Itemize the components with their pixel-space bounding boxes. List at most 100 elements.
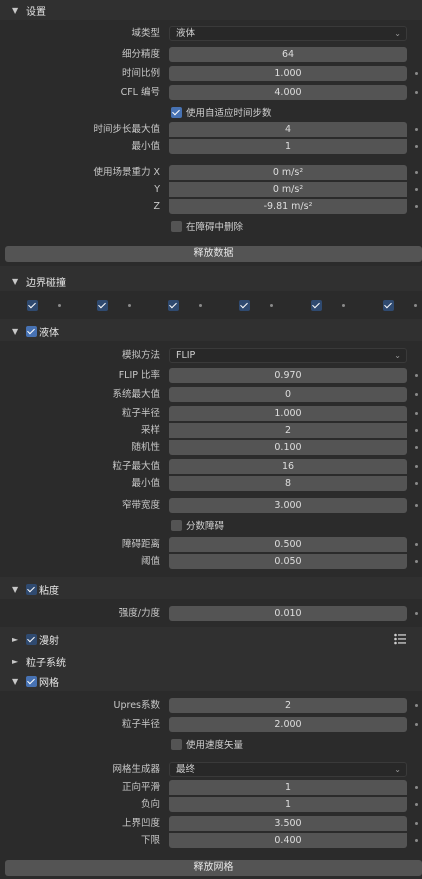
keyframe-dot-icon[interactable] bbox=[415, 704, 418, 707]
concave-upper-field[interactable]: 3.500 bbox=[169, 816, 407, 831]
fractional-obstacles-checkbox[interactable]: 分数障碍 bbox=[171, 517, 224, 533]
keyframe-dot-icon[interactable] bbox=[415, 504, 418, 507]
threshold-field[interactable]: 0.050 bbox=[169, 554, 407, 569]
list-menu-icon[interactable] bbox=[394, 633, 406, 645]
mesh-particle-radius-field[interactable]: 2.000 bbox=[169, 717, 407, 732]
particles-header[interactable]: ► 粒子系统 bbox=[0, 651, 422, 671]
simulation-method-select[interactable]: FLIP ⌄ bbox=[169, 348, 407, 363]
diffusion-enable-checkbox[interactable] bbox=[26, 633, 37, 645]
keyframe-dot-icon[interactable] bbox=[415, 145, 418, 148]
resolution-field[interactable]: 64 bbox=[169, 47, 407, 62]
diffusion-header[interactable]: ► 漫射 bbox=[0, 629, 422, 649]
cfl-field[interactable]: 4.000 bbox=[169, 85, 407, 100]
border-top-checkbox[interactable] bbox=[311, 300, 322, 311]
sampling-field[interactable]: 2 bbox=[169, 423, 407, 438]
mesh-enable-checkbox[interactable] bbox=[26, 675, 37, 687]
keyframe-dot-icon[interactable] bbox=[414, 304, 417, 307]
keyframe-dot-icon[interactable] bbox=[199, 304, 202, 307]
time-scale-label: 时间比例 bbox=[121, 68, 160, 79]
keyframe-dot-icon[interactable] bbox=[415, 560, 418, 563]
checkbox-unchecked-icon[interactable] bbox=[171, 220, 182, 232]
border-left-checkbox[interactable] bbox=[239, 300, 250, 311]
checkbox-unchecked-icon[interactable] bbox=[171, 519, 182, 531]
narrow-band-width-field[interactable]: 3.000 bbox=[169, 498, 407, 513]
particle-min-field[interactable]: 8 bbox=[169, 476, 407, 491]
smoothen-negative-field[interactable]: 1 bbox=[169, 797, 407, 812]
collapse-arrow-icon[interactable]: ► bbox=[12, 635, 22, 644]
expand-arrow-icon[interactable]: ▼ bbox=[12, 677, 22, 686]
keyframe-dot-icon[interactable] bbox=[415, 72, 418, 75]
particle-max-label: 粒子最大值 bbox=[112, 461, 160, 472]
checkbox-checked-icon[interactable] bbox=[171, 106, 182, 118]
mesh-header[interactable]: ▼ 网格 bbox=[0, 671, 422, 691]
gravity-z-field[interactable]: -9.81 m/s² bbox=[169, 199, 407, 214]
keyframe-dot-icon[interactable] bbox=[415, 822, 418, 825]
keyframe-dot-icon[interactable] bbox=[415, 723, 418, 726]
keyframe-dot-icon[interactable] bbox=[415, 393, 418, 396]
time-scale-field[interactable]: 1.000 bbox=[169, 66, 407, 81]
adaptive-timesteps-checkbox[interactable]: 使用自适应时间步数 bbox=[171, 104, 272, 120]
keyframe-dot-icon[interactable] bbox=[415, 543, 418, 546]
keyframe-dot-icon[interactable] bbox=[415, 786, 418, 789]
free-data-button[interactable]: 释放数据 bbox=[5, 246, 422, 262]
keyframe-dot-icon[interactable] bbox=[415, 91, 418, 94]
chevron-down-icon: ⌄ bbox=[394, 765, 401, 774]
border-right-checkbox[interactable] bbox=[168, 300, 179, 311]
gravity-y-field[interactable]: 0 m/s² bbox=[169, 182, 407, 197]
system-max-field[interactable]: 0 bbox=[169, 387, 407, 402]
keyframe-dot-icon[interactable] bbox=[415, 374, 418, 377]
randomness-field[interactable]: 0.100 bbox=[169, 440, 407, 455]
keyframe-dot-icon[interactable] bbox=[58, 304, 61, 307]
domain-type-select[interactable]: 液体 ⌄ bbox=[169, 26, 407, 41]
keyframe-dot-icon[interactable] bbox=[128, 304, 131, 307]
concave-lower-field[interactable]: 0.400 bbox=[169, 833, 407, 848]
keyframe-dot-icon[interactable] bbox=[415, 465, 418, 468]
keyframe-dot-icon[interactable] bbox=[415, 429, 418, 432]
border-front-checkbox[interactable] bbox=[27, 300, 38, 311]
border-collisions-header[interactable]: ▼ 边界碰撞 bbox=[0, 271, 422, 291]
flip-ratio-field[interactable]: 0.970 bbox=[169, 368, 407, 383]
keyframe-dot-icon[interactable] bbox=[415, 446, 418, 449]
expand-arrow-icon[interactable]: ▼ bbox=[12, 327, 22, 336]
sampling-label: 采样 bbox=[140, 425, 160, 436]
collapse-arrow-icon[interactable]: ► bbox=[12, 657, 22, 666]
keyframe-dot-icon[interactable] bbox=[415, 839, 418, 842]
border-back-checkbox[interactable] bbox=[97, 300, 108, 311]
obstacle-distance-field[interactable]: 0.500 bbox=[169, 537, 407, 552]
concave-lower-label: 下限 bbox=[140, 835, 160, 846]
threshold-label: 阈值 bbox=[140, 556, 160, 567]
upres-field[interactable]: 2 bbox=[169, 698, 407, 713]
keyframe-dot-icon[interactable] bbox=[415, 412, 418, 415]
expand-arrow-icon[interactable]: ▼ bbox=[12, 585, 22, 594]
keyframe-dot-icon[interactable] bbox=[415, 482, 418, 485]
liquid-header[interactable]: ▼ 液体 bbox=[0, 321, 422, 341]
viscosity-strength-field[interactable]: 0.010 bbox=[169, 606, 407, 621]
settings-header[interactable]: ▼ 设置 bbox=[0, 0, 422, 20]
timesteps-min-field[interactable]: 1 bbox=[169, 139, 407, 154]
border-bottom-checkbox[interactable] bbox=[383, 300, 394, 311]
keyframe-dot-icon[interactable] bbox=[415, 128, 418, 131]
checkbox-unchecked-icon[interactable] bbox=[171, 738, 182, 750]
adaptive-timesteps-label: 使用自适应时间步数 bbox=[186, 108, 272, 119]
keyframe-dot-icon[interactable] bbox=[270, 304, 273, 307]
smoothen-positive-field[interactable]: 1 bbox=[169, 780, 407, 795]
keyframe-dot-icon[interactable] bbox=[415, 205, 418, 208]
viscosity-header[interactable]: ▼ 粘度 bbox=[0, 579, 422, 599]
use-speed-vectors-checkbox[interactable]: 使用速度矢量 bbox=[171, 736, 243, 752]
particle-radius-field[interactable]: 1.000 bbox=[169, 406, 407, 421]
particle-max-field[interactable]: 16 bbox=[169, 459, 407, 474]
expand-arrow-icon[interactable]: ▼ bbox=[12, 277, 22, 286]
free-mesh-button[interactable]: 释放网格 bbox=[5, 860, 422, 876]
delete-in-obstacle-checkbox[interactable]: 在障碍中删除 bbox=[171, 218, 243, 234]
gravity-x-field[interactable]: 0 m/s² bbox=[169, 165, 407, 180]
viscosity-enable-checkbox[interactable] bbox=[26, 583, 37, 595]
mesh-generator-select[interactable]: 最终 ⌄ bbox=[169, 762, 407, 777]
keyframe-dot-icon[interactable] bbox=[415, 803, 418, 806]
liquid-enable-checkbox[interactable] bbox=[26, 325, 37, 337]
keyframe-dot-icon[interactable] bbox=[342, 304, 345, 307]
timesteps-max-field[interactable]: 4 bbox=[169, 122, 407, 137]
keyframe-dot-icon[interactable] bbox=[415, 188, 418, 191]
keyframe-dot-icon[interactable] bbox=[415, 612, 418, 615]
keyframe-dot-icon[interactable] bbox=[415, 171, 418, 174]
expand-arrow-icon[interactable]: ▼ bbox=[12, 6, 22, 15]
